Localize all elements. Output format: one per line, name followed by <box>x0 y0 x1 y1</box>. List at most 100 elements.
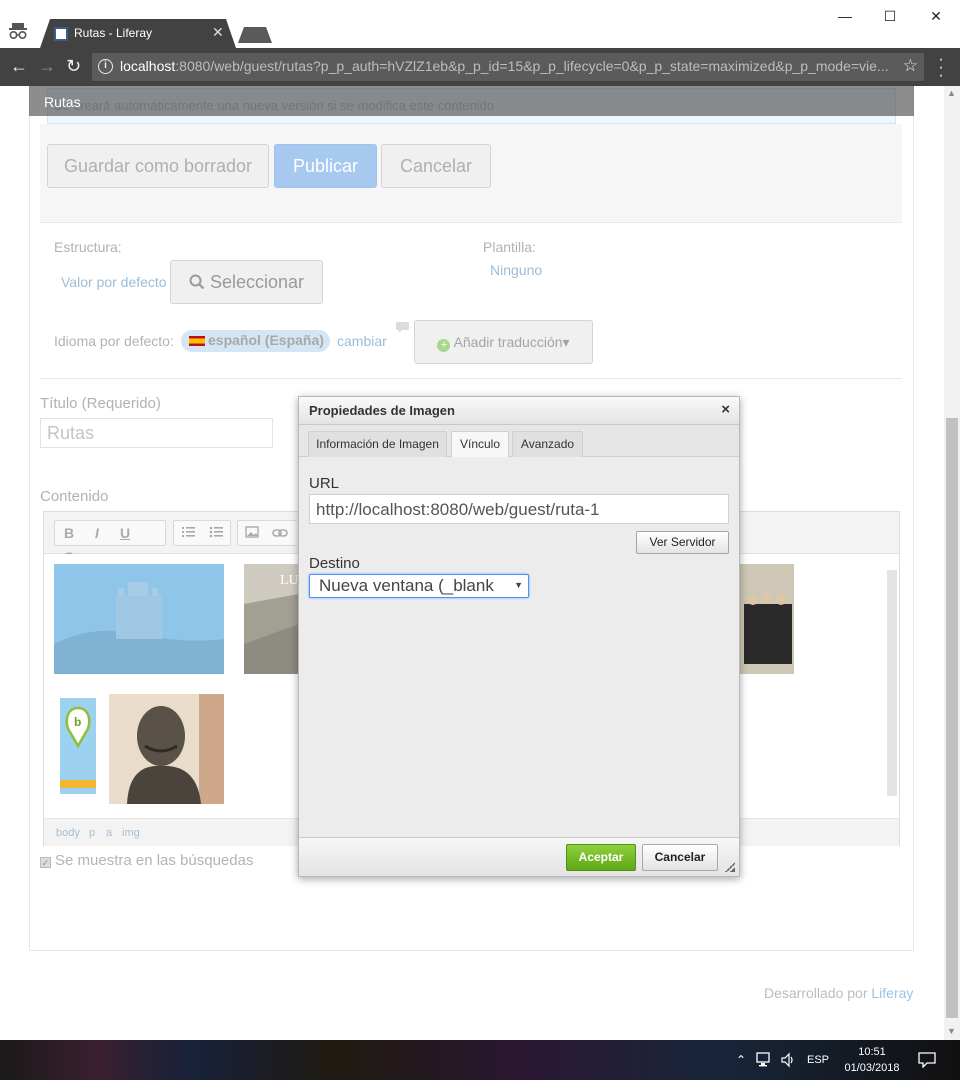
site-info-icon[interactable]: i <box>98 59 113 74</box>
group-photo-image[interactable] <box>739 564 794 674</box>
taskbar-clock[interactable]: 10:51 01/03/2018 <box>840 1044 904 1076</box>
editor-scroll-thumb[interactable] <box>887 570 897 796</box>
help-bubble-icon[interactable] <box>395 321 410 334</box>
underline-button[interactable]: U <box>111 521 139 545</box>
select-structure-button[interactable]: Seleccionar <box>170 260 323 304</box>
title-label: Título (Requerido) <box>40 395 161 412</box>
accept-button[interactable]: Aceptar <box>566 844 636 871</box>
change-language-link[interactable]: cambiar <box>337 333 387 349</box>
publish-button[interactable]: Publicar <box>274 144 377 188</box>
bookmark-star-icon[interactable]: ☆ <box>903 56 918 76</box>
browser-title-bar: Rutas - Liferay ✕ — ☐ ✕ <box>0 0 960 48</box>
back-arrow-icon[interactable]: ← <box>10 56 28 76</box>
input-language[interactable]: ESP <box>804 1040 832 1080</box>
editor-scrollbar[interactable] <box>887 560 897 806</box>
path-body[interactable]: body <box>56 827 80 839</box>
resize-grip-icon[interactable] <box>725 862 735 872</box>
path-a[interactable]: a <box>106 827 112 839</box>
divider <box>40 378 902 379</box>
ruta-logo-image[interactable]: b <box>54 694 109 804</box>
save-draft-button[interactable]: Guardar como borrador <box>47 144 269 188</box>
target-select[interactable]: Nueva ventana (_blank ▼ <box>309 574 529 598</box>
tab-link[interactable]: Vínculo <box>451 431 509 458</box>
path-p[interactable]: p <box>89 827 95 839</box>
browser-menu-icon[interactable]: · · · <box>936 52 946 84</box>
cancel-button[interactable]: Cancelar <box>381 144 491 188</box>
maximize-button[interactable]: ☐ <box>867 4 913 28</box>
dialog-close-icon[interactable]: × <box>721 401 730 418</box>
address-bar[interactable]: i localhost:8080/web/guest/rutas?p_p_aut… <box>92 53 924 81</box>
dialog-tabs: Información de Imagen Vínculo Avanzado <box>299 425 739 458</box>
network-icon[interactable] <box>756 1052 774 1068</box>
notifications-icon[interactable] <box>918 1052 936 1068</box>
template-value: Ninguno <box>490 262 543 278</box>
portlet-title: Rutas <box>44 94 81 110</box>
dialog-cancel-button[interactable]: Cancelar <box>642 844 718 871</box>
italic-button[interactable]: I <box>83 521 111 545</box>
insert-group <box>237 520 297 546</box>
default-language-badge: español (España) <box>181 330 330 352</box>
target-label: Destino <box>309 555 360 572</box>
searchable-label: Se muestra en las búsquedas <box>55 852 254 869</box>
add-translation-label: Añadir traducción <box>453 334 563 350</box>
caret-down-icon: ▾ <box>562 334 570 350</box>
numbered-list-icon[interactable] <box>174 521 202 545</box>
searchable-checkbox-row[interactable]: ✓ Se muestra en las búsquedas <box>40 852 253 869</box>
list-group <box>173 520 231 546</box>
select-structure-label: Seleccionar <box>209 272 305 292</box>
tab-close-icon[interactable]: ✕ <box>212 24 224 41</box>
svg-text:b: b <box>74 715 81 729</box>
add-circle-icon: + <box>437 339 451 352</box>
link-icon[interactable] <box>266 521 294 545</box>
castle-image[interactable] <box>54 564 224 674</box>
add-translation-button[interactable]: + Añadir traducción▾ <box>414 320 593 364</box>
select-arrow-icon: ▼ <box>514 580 523 590</box>
reload-icon[interactable]: ↻ <box>66 56 81 76</box>
path-img[interactable]: img <box>122 827 140 839</box>
new-tab-button[interactable] <box>238 27 272 43</box>
bust-statue-image[interactable] <box>109 694 224 804</box>
volume-icon[interactable] <box>780 1052 796 1068</box>
title-input[interactable]: Rutas <box>40 418 273 448</box>
portlet-title-bar: Rutas <box>29 86 914 116</box>
browser-toolbar: ← → ↻ i localhost:8080/web/guest/rutas?p… <box>0 48 960 86</box>
page-viewport: Se creará automáticamente una nueva vers… <box>0 86 944 1040</box>
content-label: Contenido <box>40 488 109 505</box>
scroll-up-icon[interactable]: ▲ <box>947 88 956 98</box>
windows-taskbar: ⌃ ESP 10:51 01/03/2018 <box>0 1040 960 1080</box>
incognito-icon <box>9 23 27 40</box>
image-properties-dialog: Propiedades de Imagen × Información de I… <box>298 396 740 877</box>
address-url: localhost:8080/web/guest/rutas?p_p_auth=… <box>120 58 889 74</box>
minimize-button[interactable]: — <box>822 4 868 28</box>
browser-tab[interactable]: Rutas - Liferay ✕ <box>40 19 236 48</box>
divider <box>40 222 902 223</box>
close-window-button[interactable]: ✕ <box>913 4 959 28</box>
target-selected-value: Nueva ventana (_blank <box>319 576 494 595</box>
tab-advanced[interactable]: Avanzado <box>512 431 583 457</box>
liferay-link[interactable]: Liferay <box>871 985 913 1001</box>
tab-title: Rutas - Liferay <box>74 26 153 40</box>
url-input[interactable]: http://localhost:8080/web/guest/ruta-1 <box>309 494 729 524</box>
dialog-footer: Aceptar Cancelar <box>299 837 739 876</box>
page-scroll-thumb[interactable] <box>946 418 958 1018</box>
structure-value: Valor por defecto <box>61 274 167 290</box>
bold-button[interactable]: B <box>55 521 83 545</box>
forward-arrow-icon[interactable]: → <box>38 56 56 76</box>
dialog-header[interactable]: Propiedades de Imagen × <box>299 397 739 425</box>
scroll-down-icon[interactable]: ▼ <box>947 1026 956 1036</box>
browse-server-button[interactable]: Ver Servidor <box>636 531 729 554</box>
default-language-label: Idioma por defecto: <box>54 333 174 349</box>
svg-text:LU: LU <box>280 573 299 588</box>
image-icon[interactable] <box>238 521 266 545</box>
searchable-checkbox[interactable]: ✓ <box>40 857 51 868</box>
clock-time: 10:51 <box>858 1046 886 1058</box>
structure-label: Estructura: <box>54 239 122 255</box>
landscape-image[interactable]: LU <box>244 564 299 674</box>
tab-image-info[interactable]: Información de Imagen <box>308 431 447 457</box>
powered-by-footer: Desarrollado por Liferay <box>764 985 914 1001</box>
tray-chevron-up-icon[interactable]: ⌃ <box>733 1040 749 1080</box>
page-scrollbar[interactable]: ▲ ▼ <box>944 86 960 1040</box>
bullet-list-icon[interactable] <box>202 521 230 545</box>
spain-flag-icon <box>189 336 205 346</box>
liferay-favicon-icon <box>54 27 68 41</box>
